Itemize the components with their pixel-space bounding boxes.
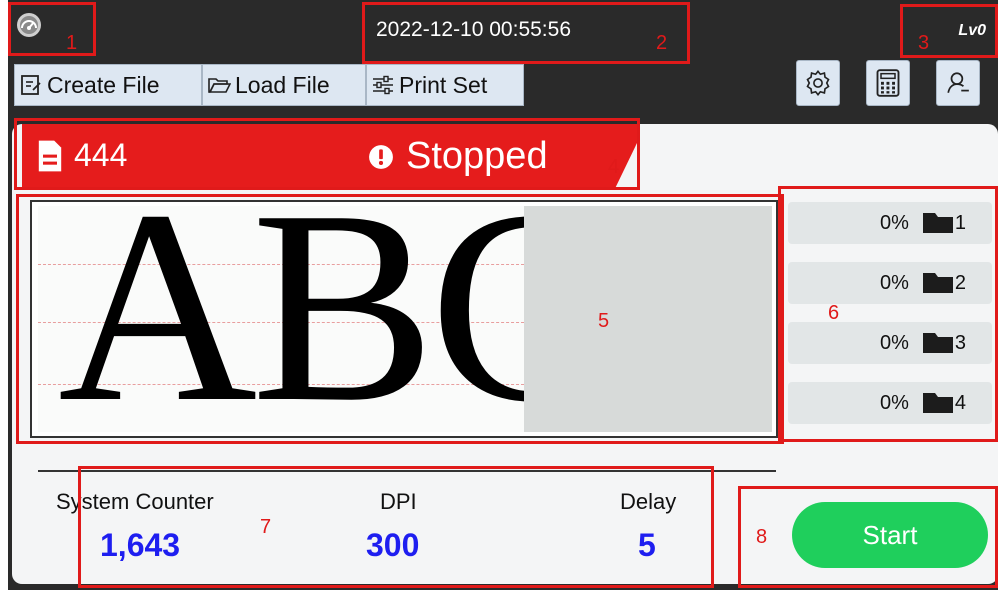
folder-icon [922, 393, 953, 413]
printer-status: Stopped [368, 135, 548, 178]
ink-slot-percent: 0% [879, 331, 909, 354]
calculator-icon [876, 69, 900, 97]
document-icon [38, 140, 62, 171]
folder-icon [922, 213, 953, 233]
ink-slot-percent: 0% [879, 211, 909, 234]
folder-icon [922, 333, 953, 353]
ink-slot-4[interactable]: 0% 4 [788, 382, 992, 424]
ink-slot-number: 4 [954, 391, 966, 414]
alert-icon [369, 144, 393, 169]
user-icon [947, 72, 969, 93]
create-file-button[interactable]: Create File [14, 64, 202, 106]
system-counter-label: System Counter [56, 489, 214, 514]
print-preview[interactable]: ABC [30, 200, 778, 438]
annotation-number-4: 4 [608, 156, 620, 178]
ink-slot-number: 2 [954, 271, 966, 294]
calculator-button[interactable] [866, 60, 910, 106]
annotation-number-6: 6 [828, 302, 840, 324]
annotation-number-2: 2 [656, 32, 668, 54]
dpi-value: 300 [366, 527, 420, 563]
settings-button[interactable] [796, 60, 840, 106]
print-set-label: Print Set [399, 71, 488, 98]
annotation-number-5: 5 [598, 310, 610, 332]
datetime-display: 2022-12-10 00:55:56 [376, 18, 571, 41]
ink-slot-number: 1 [954, 211, 966, 234]
folder-open-icon [208, 78, 231, 93]
print-set-button[interactable]: Print Set [366, 64, 524, 106]
current-file: 444 [36, 137, 127, 174]
folder-icon [922, 273, 953, 293]
delay-value: 5 [638, 527, 656, 563]
printer-status-text: Stopped [406, 135, 548, 177]
ink-slot-1[interactable]: 0% 1 [788, 202, 992, 244]
ink-slot-percent: 0% [879, 271, 909, 294]
divider [38, 470, 776, 472]
delay-label: Delay [620, 489, 677, 514]
ink-slot-3[interactable]: 0% 3 [788, 322, 992, 364]
system-counter-value: 1,643 [100, 527, 181, 563]
annotation-number-8: 8 [756, 526, 768, 548]
speedometer-icon [16, 12, 42, 38]
annotation-number-7: 7 [260, 516, 272, 538]
user-level-badge: Lv0 [958, 22, 986, 39]
user-button[interactable] [936, 60, 980, 106]
load-file-button[interactable]: Load File [202, 64, 366, 106]
annotation-number-3: 3 [918, 32, 930, 54]
preview-empty-area [524, 206, 772, 432]
device-screen: 2022-12-10 00:55:56 Lv0 Create File Load… [8, 0, 998, 590]
load-file-label: Load File [235, 71, 330, 98]
sliders-icon [373, 75, 393, 95]
ink-slot-2[interactable]: 0% 2 [788, 262, 992, 304]
ink-slot-number: 3 [954, 331, 966, 354]
create-file-icon [21, 75, 41, 95]
annotation-number-1: 1 [66, 32, 78, 54]
preview-text: ABC [58, 206, 524, 432]
dpi-label: DPI [380, 489, 417, 514]
gear-icon [806, 70, 830, 96]
preview-canvas: ABC [38, 206, 524, 432]
create-file-label: Create File [47, 71, 160, 98]
start-button[interactable]: Start [792, 502, 988, 568]
ink-slot-percent: 0% [879, 391, 909, 414]
current-file-name: 444 [74, 137, 128, 173]
